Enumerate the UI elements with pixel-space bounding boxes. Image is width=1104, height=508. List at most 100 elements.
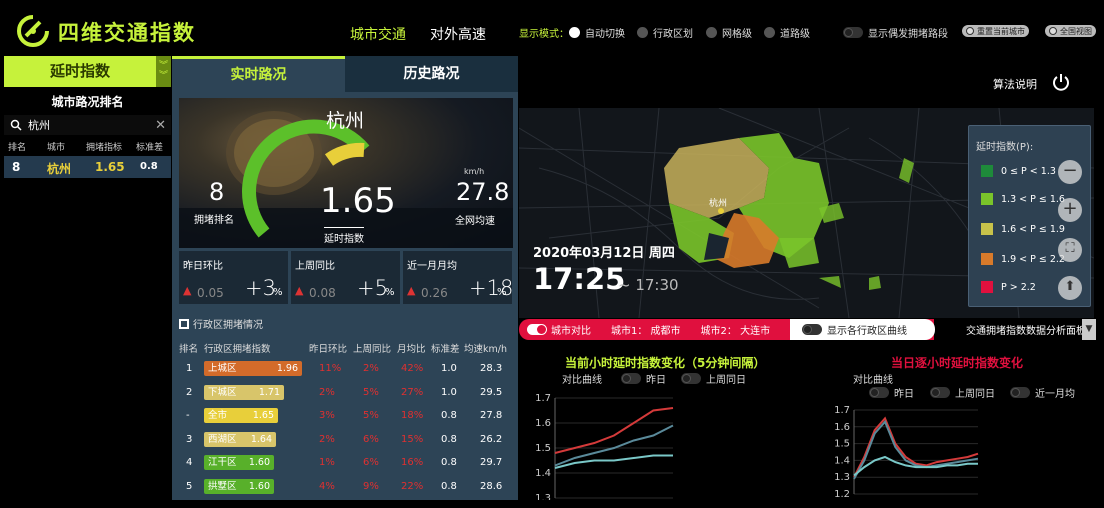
card-pct: % [385, 287, 395, 298]
row-day: 4% [319, 480, 335, 492]
compare-curve-label: 对比曲线 [853, 375, 893, 386]
col-index: 拥堵指标 [86, 143, 123, 153]
mode-district[interactable]: 行政区划 [637, 25, 693, 40]
district-bar: 上城区 1.96 [204, 361, 302, 376]
chart2-toggle-month[interactable]: 近一月均 [1010, 385, 1075, 400]
series-line-2 [853, 455, 978, 477]
card-small: 0.05 [197, 286, 224, 300]
nav-highway[interactable]: 对外高速 [430, 24, 486, 44]
compare-curve-label: 对比曲线 [562, 375, 602, 386]
show-sudden-toggle[interactable]: 显示偶发拥堵路段 [843, 25, 948, 40]
toggle-label: 昨日 [894, 389, 914, 400]
daily-chart-title: 当日逐小时延时指数变化 [891, 356, 1024, 370]
row-rank: 8 [12, 160, 21, 174]
mode-auto[interactable]: 自动切换 [569, 25, 625, 40]
nav-city-traffic[interactable]: 城市交通 [350, 24, 406, 44]
row-speed: 28.6 [480, 480, 503, 492]
legend-item: 1.6 < P ≤ 1.9 [981, 223, 1065, 235]
daily-line-chart: 1.7 1.6 1.5 1.4 1.3 1.2 [834, 405, 979, 500]
card-small: 0.26 [421, 286, 448, 300]
chart2-toggle-lastweek[interactable]: 上周同日 [930, 385, 995, 400]
clear-icon[interactable]: ✕ [155, 118, 166, 133]
zoom-in-icon[interactable]: + [1058, 198, 1082, 222]
zoom-out-icon[interactable]: − [1058, 160, 1082, 184]
chart1-toggle-lastweek[interactable]: 上周同日 [681, 371, 746, 386]
legend-label: P > 2.2 [1001, 281, 1036, 293]
table-row[interactable]: 3 西湖区 1.64 2% 6% 15% 0.8 26.2 [179, 429, 513, 451]
col-day: 昨日环比 [309, 344, 348, 355]
legend-label: 1.3 < P ≤ 1.6 [1001, 193, 1065, 205]
compare-city2[interactable]: 城市2： 大连市 [701, 322, 771, 337]
toggle-icon [802, 324, 822, 335]
row-rank: 5 [186, 480, 193, 492]
legend-item: 0 ≤ P < 1.3 [981, 165, 1056, 177]
row-sd: 1.0 [441, 363, 457, 374]
chevron-down-icon[interactable]: ▼ [1082, 319, 1096, 340]
compass-icon[interactable]: ⬆ [1058, 276, 1082, 300]
table-row[interactable]: 4 江干区 1.60 1% 6% 16% 0.8 29.7 [179, 452, 513, 474]
row-sd: 1.0 [441, 386, 457, 398]
compare-city1[interactable]: 城市1： 成都市 [611, 322, 681, 337]
table-row[interactable]: 2 下城区 1.71 2% 5% 27% 1.0 29.5 [179, 382, 513, 404]
power-icon[interactable] [1051, 72, 1071, 92]
y-tick-label: 1.3 [834, 472, 850, 483]
toggle-icon [681, 373, 701, 384]
chevron-down-icon[interactable]: ︾ ︾ [156, 56, 171, 87]
search-value: 杭州 [28, 119, 50, 132]
show-district-toggle[interactable]: 显示各行政区曲线 [790, 319, 935, 340]
app-title: 四维交通指数 [58, 21, 196, 45]
district-bar: 拱墅区 1.60 [204, 478, 274, 494]
tab-realtime[interactable]: 实时路况 [172, 56, 345, 92]
mode-road[interactable]: 道路级 [764, 25, 810, 40]
reset-city-button[interactable]: 重置当前城市 [962, 25, 1029, 37]
hero-city: 杭州 [326, 110, 365, 132]
mode-grid[interactable]: 网格级 [706, 25, 752, 40]
row-speed: 29.5 [480, 386, 503, 398]
legend-item: P > 2.2 [981, 281, 1036, 293]
card-label: 昨日环比 [183, 261, 223, 272]
y-tick-label: 1.4 [834, 455, 850, 466]
arrow-up-icon: ▲ [295, 284, 304, 297]
toggle-icon [1049, 27, 1057, 35]
compare-toggle[interactable] [527, 324, 547, 335]
search-icon [10, 119, 22, 131]
radio-icon [706, 27, 717, 38]
fullscreen-icon[interactable]: ⛶ [1058, 238, 1082, 262]
algo-link[interactable]: 算法说明 [993, 76, 1037, 92]
mode-district-label: 行政区划 [653, 29, 693, 40]
table-row[interactable]: 1 上城区 1.96 11% 2% 42% 1.0 28.3 [179, 358, 513, 380]
card-big: +5 [357, 276, 388, 300]
row-sd: 0.8 [441, 433, 457, 445]
tab-history[interactable]: 历史路况 [345, 56, 518, 92]
y-tick-label: 1.5 [535, 443, 551, 454]
y-tick-label: 1.4 [535, 468, 551, 479]
table-row[interactable]: 5 拱墅区 1.60 4% 9% 22% 0.8 28.6 [179, 476, 513, 498]
card-label: 上周同比 [295, 261, 335, 272]
mode-label: 显示模式： [519, 29, 569, 40]
row-sd: 0.8 [140, 161, 158, 172]
chart2-toggle-yesterday[interactable]: 昨日 [869, 385, 914, 400]
row-district: 西湖区 [208, 433, 237, 445]
row-month: 42% [401, 363, 424, 374]
hero-index-label: 延时指数 [324, 227, 364, 245]
city-search-input[interactable]: 杭州 ✕ [4, 115, 171, 135]
legend-label: 0 ≤ P < 1.3 [1001, 165, 1056, 177]
chart1-toggle-yesterday[interactable]: 昨日 [621, 371, 666, 386]
district-section-title: 行政区拥堵情况 [179, 316, 263, 331]
row-week: 6% [363, 433, 379, 445]
toggle-icon [930, 387, 950, 398]
delay-index-tab[interactable]: 延时指数 [4, 56, 156, 87]
row-index: 1.65 [95, 160, 125, 174]
row-district: 江干区 [208, 457, 237, 468]
col-sd: 标准差 [431, 344, 460, 355]
table-row[interactable]: 8 杭州 1.65 0.8 [4, 156, 171, 178]
row-district: 上城区 [208, 363, 237, 374]
legend-title: 延时指数(P): [976, 142, 1034, 153]
hero-speed: 27.8 [456, 178, 510, 206]
table-row[interactable]: - 全市 1.65 3% 5% 18% 0.8 27.8 [179, 405, 513, 427]
map-time: 17:25 [533, 262, 626, 296]
radio-icon [764, 27, 775, 38]
row-week: 5% [363, 386, 379, 398]
row-sd: 0.8 [441, 480, 457, 492]
fullscreen-button[interactable]: 全国视图 [1045, 25, 1096, 37]
